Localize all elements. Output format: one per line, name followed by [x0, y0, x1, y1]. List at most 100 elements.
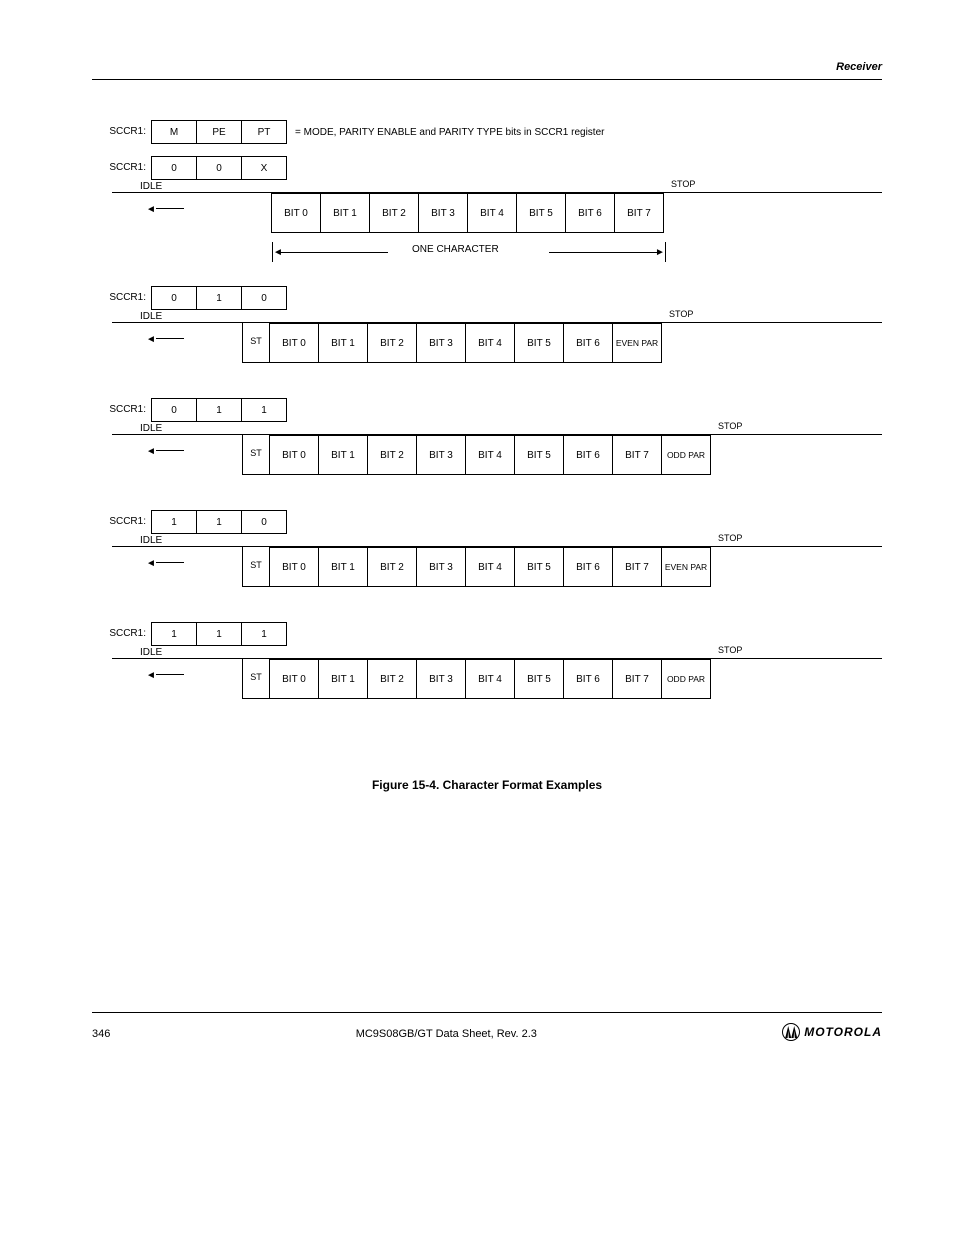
- register-label: SCCR1:: [109, 126, 146, 137]
- data-bit: EVEN PAR: [612, 323, 662, 363]
- reg-legend-text: = MODE, PARITY ENABLE and PARITY TYPE bi…: [295, 127, 604, 138]
- arrow-left-icon: ◄: [146, 557, 184, 568]
- reg-value-row: SCCR1:010: [152, 286, 882, 310]
- start-bit: ST: [242, 435, 270, 475]
- arrow-left-icon: ◄: [146, 669, 184, 680]
- doc-title-footer: MC9S08GB/GT Data Sheet, Rev. 2.3: [110, 1028, 782, 1040]
- arrow-left-icon: ◄: [146, 203, 184, 214]
- signal-row: IDLE◄STBIT 0BIT 1BIT 2BIT 3BIT 4BIT 5BIT…: [112, 434, 882, 486]
- data-bit: BIT 1: [320, 193, 370, 233]
- start-bit: ST: [242, 323, 270, 363]
- frame: SCCR1:010 IDLE◄STBIT 0BIT 1BIT 2BIT 3BIT …: [112, 286, 882, 374]
- data-bit: BIT 7: [614, 193, 664, 233]
- data-bit: BIT 5: [514, 323, 564, 363]
- register-label: SCCR1:: [109, 162, 146, 173]
- register-label: SCCR1:: [109, 404, 146, 415]
- data-bit: BIT 5: [514, 547, 564, 587]
- idle-label: IDLE: [140, 423, 162, 434]
- reg-value: 1: [151, 510, 197, 534]
- data-bit: BIT 2: [367, 323, 417, 363]
- data-bit: BIT 5: [516, 193, 566, 233]
- reg-value: 1: [196, 286, 242, 310]
- character-span-arrow: ◄ONE CHARACTER►: [272, 246, 882, 262]
- stop-label: STOP: [718, 645, 742, 655]
- reg-bit: PT: [241, 120, 287, 144]
- data-bit: ODD PAR: [661, 659, 711, 699]
- data-bit: BIT 6: [563, 659, 613, 699]
- motorola-logo: MOTOROLA: [782, 1023, 882, 1041]
- reg-bit: PE: [196, 120, 242, 144]
- data-bit: BIT 6: [565, 193, 615, 233]
- stop-label: STOP: [718, 533, 742, 543]
- figure-area: SCCR1: MPEPT = MODE, PARITY ENABLE and PA…: [92, 80, 882, 754]
- reg-bit: M: [151, 120, 197, 144]
- reg-value: 0: [196, 156, 242, 180]
- data-bit: BIT 4: [465, 323, 515, 363]
- reg-value: 1: [241, 622, 287, 646]
- start-bit: ST: [242, 659, 270, 699]
- data-bit: BIT 6: [563, 435, 613, 475]
- data-bit: ODD PAR: [661, 435, 711, 475]
- data-bit: BIT 7: [612, 435, 662, 475]
- reg-value: 1: [196, 398, 242, 422]
- reg-value-row: SCCR1:00X: [152, 156, 882, 180]
- idle-label: IDLE: [140, 311, 162, 322]
- data-bit: BIT 3: [416, 659, 466, 699]
- page-header: Receiver: [92, 40, 882, 80]
- data-bit: BIT 0: [269, 435, 319, 475]
- signal-row: IDLE◄STBIT 0BIT 1BIT 2BIT 3BIT 4BIT 5BIT…: [112, 658, 882, 710]
- idle-label: IDLE: [140, 647, 162, 658]
- data-bit: BIT 0: [271, 193, 321, 233]
- motorola-logo-text: MOTOROLA: [804, 1025, 882, 1039]
- company-name: MOTOROLA: [782, 1023, 882, 1044]
- bits-container: STBIT 0BIT 1BIT 2BIT 3BIT 4BIT 5BIT 6EVE…: [242, 323, 662, 363]
- data-bit: BIT 1: [318, 547, 368, 587]
- data-bit: BIT 2: [367, 659, 417, 699]
- frame: SCCR1:110IDLE◄STBIT 0BIT 1BIT 2BIT 3BIT …: [112, 510, 882, 598]
- reg-value: X: [241, 156, 287, 180]
- register-label: SCCR1:: [109, 628, 146, 639]
- start-bit: ST: [242, 547, 270, 587]
- reg-value: 1: [241, 398, 287, 422]
- data-bit: BIT 6: [563, 547, 613, 587]
- arrow-left-icon: ◄: [146, 445, 184, 456]
- reg-value: 1: [196, 622, 242, 646]
- data-bit: BIT 4: [467, 193, 517, 233]
- signal-row: IDLE◄STBIT 0BIT 1BIT 2BIT 3BIT 4BIT 5BIT…: [112, 322, 882, 374]
- data-bit: BIT 3: [418, 193, 468, 233]
- register-legend: SCCR1:MPEPT = MODE, PARITY ENABLE and PA…: [152, 120, 882, 144]
- bits-container: STBIT 0BIT 1BIT 2BIT 3BIT 4BIT 5BIT 6BIT…: [242, 435, 711, 475]
- data-bit: BIT 3: [416, 547, 466, 587]
- data-bit: BIT 4: [465, 547, 515, 587]
- idle-label: IDLE: [140, 535, 162, 546]
- stop-label: STOP: [718, 421, 742, 431]
- data-bit: BIT 3: [416, 435, 466, 475]
- data-bit: BIT 2: [367, 435, 417, 475]
- reg-value: 0: [241, 286, 287, 310]
- data-bit: BIT 1: [318, 435, 368, 475]
- frame: SCCR1:00XIDLE◄BIT 0BIT 1BIT 2BIT 3BIT 4B…: [112, 156, 882, 262]
- signal-row: IDLE◄BIT 0BIT 1BIT 2BIT 3BIT 4BIT 5BIT 6…: [112, 192, 882, 244]
- bits-container: BIT 0BIT 1BIT 2BIT 3BIT 4BIT 5BIT 6BIT 7…: [272, 193, 664, 233]
- page-footer: 346 MC9S08GB/GT Data Sheet, Rev. 2.3 MOT…: [92, 1012, 882, 1044]
- motorola-logo-icon: [782, 1023, 800, 1041]
- data-bit: BIT 2: [367, 547, 417, 587]
- figure-caption: Figure 15-4. Character Format Examples: [92, 778, 882, 792]
- data-bit: BIT 5: [514, 435, 564, 475]
- data-bit: BIT 1: [318, 323, 368, 363]
- data-bit: BIT 3: [416, 323, 466, 363]
- data-bit: BIT 6: [563, 323, 613, 363]
- reg-value-row: SCCR1:011: [152, 398, 882, 422]
- bits-container: STBIT 0BIT 1BIT 2BIT 3BIT 4BIT 5BIT 6BIT…: [242, 659, 711, 699]
- data-bit: BIT 2: [369, 193, 419, 233]
- reg-value: 1: [196, 510, 242, 534]
- reg-value: 0: [151, 156, 197, 180]
- data-bit: BIT 1: [318, 659, 368, 699]
- data-bit: BIT 7: [612, 547, 662, 587]
- data-bit: BIT 0: [269, 323, 319, 363]
- header-section-title: Receiver: [836, 61, 882, 73]
- stop-label: STOP: [671, 179, 695, 189]
- data-bit: BIT 4: [465, 435, 515, 475]
- idle-label: IDLE: [140, 181, 162, 192]
- reg-value: 0: [151, 286, 197, 310]
